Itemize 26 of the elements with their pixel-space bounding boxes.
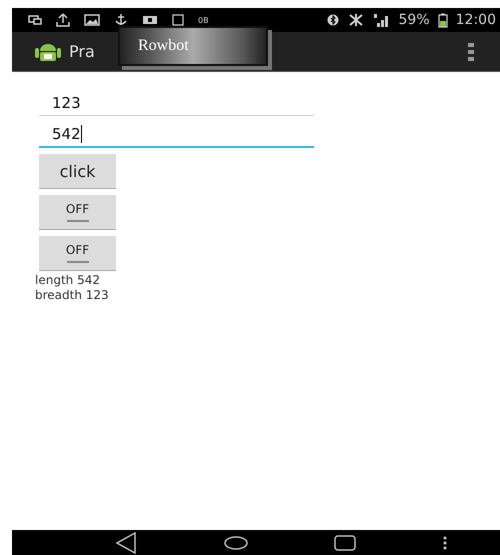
result-text: length 542 [35, 273, 101, 288]
menu-icon[interactable] [442, 536, 447, 550]
signal-icon [372, 13, 391, 27]
toggle-button[interactable]: OFF [39, 236, 116, 271]
overflow-menu-icon[interactable] [468, 42, 474, 62]
input-field[interactable]: 542 [39, 118, 314, 148]
toast-text: Rowbot [138, 37, 189, 55]
recents-icon[interactable] [334, 534, 356, 550]
bluetooth-icon [326, 14, 339, 26]
battery-percent: 59% [398, 12, 430, 28]
home-icon[interactable] [224, 536, 248, 550]
data-rate: 0B [198, 16, 209, 24]
image-icon [84, 14, 100, 26]
upload-icon [56, 13, 70, 27]
android-icon [35, 42, 61, 62]
app-title: Pra [69, 42, 95, 61]
square-icon [172, 14, 184, 26]
input-field[interactable]: 123 [39, 86, 314, 116]
clock: 12:00 [456, 12, 496, 28]
toggle-button[interactable]: OFF [39, 195, 116, 230]
result-text: breadth 123 [35, 288, 110, 303]
battery-icon [438, 12, 448, 28]
back-icon[interactable] [115, 532, 138, 554]
click-button[interactable]: click [39, 154, 116, 189]
screen-icon [28, 15, 42, 25]
anchor-icon [114, 13, 128, 27]
